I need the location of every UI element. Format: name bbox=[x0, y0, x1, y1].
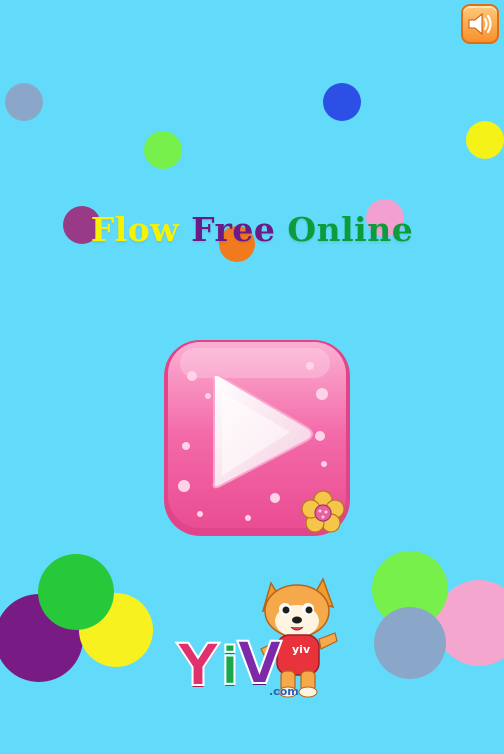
bubble bbox=[38, 554, 114, 630]
speaker-icon bbox=[468, 12, 492, 36]
bubble bbox=[5, 83, 43, 121]
logo-letter-y: Y bbox=[176, 630, 220, 700]
bubble bbox=[144, 131, 182, 169]
title-word-3: Online bbox=[287, 210, 414, 249]
bubble bbox=[323, 83, 361, 121]
bubble bbox=[374, 607, 446, 679]
title-word-2: Free bbox=[191, 210, 276, 249]
game-title: Flow Free Online bbox=[0, 210, 504, 249]
sound-toggle-button[interactable] bbox=[461, 4, 499, 44]
title-word-1: Flow bbox=[90, 210, 180, 249]
logo-suffix: .com bbox=[269, 685, 299, 698]
flower-icon bbox=[301, 490, 345, 533]
yiv-logo[interactable]: yiv Y i V .com bbox=[175, 575, 340, 705]
game-stage: Flow Free Online yiv Y i V .com bbox=[0, 0, 504, 754]
play-button[interactable] bbox=[160, 336, 356, 540]
bubble bbox=[466, 121, 504, 159]
mascot-shirt-text: yiv bbox=[292, 643, 311, 656]
